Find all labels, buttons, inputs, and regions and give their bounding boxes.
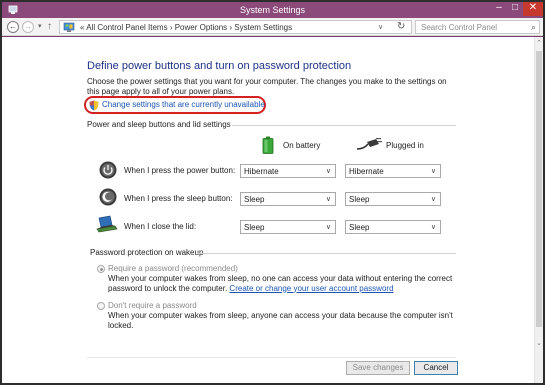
address-bar[interactable]: « All Control Panel Items › Power Option… (59, 20, 412, 34)
search-icon[interactable]: ⌕ (531, 22, 536, 33)
chevron-down-icon: ∨ (325, 168, 331, 175)
no-password-radio[interactable] (97, 302, 105, 310)
radio-selected-dot (99, 267, 103, 271)
require-password-radio[interactable] (97, 265, 105, 273)
close-button[interactable]: ✕ (523, 2, 543, 16)
recent-locations-dropdown[interactable]: ▾ (38, 22, 42, 30)
selected-value: Sleep (349, 223, 370, 232)
maximize-button[interactable]: □ (507, 2, 523, 16)
lid-plugged-select[interactable]: Sleep ∨ (345, 220, 441, 234)
page-title: Define power buttons and turn on passwor… (87, 60, 352, 72)
plugged-in-header: Plugged in (386, 141, 424, 150)
save-changes-button[interactable]: Save changes (346, 361, 410, 375)
search-placeholder: Search Control Panel (421, 23, 498, 32)
window-title: System Settings (239, 5, 306, 15)
forward-button[interactable]: → (22, 21, 34, 33)
lid-close-label: When I close the lid: (124, 222, 197, 231)
uac-shield-icon (89, 100, 99, 111)
scroll-thumb[interactable] (536, 51, 542, 327)
laptop-lid-icon (96, 215, 118, 233)
require-password-description: When your computer wakes from sleep, no … (108, 274, 460, 293)
scroll-up-icon[interactable]: ⌃ (535, 39, 543, 47)
lid-battery-select[interactable]: Sleep ∨ (240, 220, 336, 234)
up-button[interactable]: ↑ (47, 21, 52, 32)
cancel-button[interactable]: Cancel (414, 361, 458, 375)
footer-divider (87, 357, 456, 358)
power-button-label: When I press the power button: (124, 166, 236, 175)
chevron-down-icon: ∨ (430, 196, 436, 203)
navigation-bar: ← → ▾ ↑ « All Control Panel Items › Powe… (2, 18, 543, 36)
back-button[interactable]: ← (7, 21, 19, 33)
search-input[interactable]: Search Control Panel ⌕ (415, 20, 540, 34)
battery-icon (262, 136, 274, 154)
sleep-button-plugged-select[interactable]: Sleep ∨ (345, 192, 441, 206)
page-description: Choose the power settings that you want … (87, 77, 447, 96)
section-divider (232, 125, 456, 126)
breadcrumb[interactable]: « All Control Panel Items › Power Option… (80, 23, 292, 32)
require-password-label[interactable]: Require a password (recommended) (108, 264, 238, 273)
no-password-description: When your computer wakes from sleep, any… (108, 311, 453, 330)
selected-value: Sleep (244, 195, 265, 204)
chevron-down-icon: ∨ (430, 224, 436, 231)
chevron-down-icon: ∨ (325, 224, 331, 231)
section-divider (197, 253, 456, 254)
scroll-down-icon[interactable]: ⌄ (535, 339, 543, 347)
sleep-button-label: When I press the sleep button: (124, 194, 233, 203)
power-plug-icon (356, 138, 382, 150)
selected-value: Hibernate (244, 167, 279, 176)
chevron-down-icon: ∨ (325, 196, 331, 203)
selected-value: Sleep (244, 223, 265, 232)
selected-value: Sleep (349, 195, 370, 204)
sleep-button-battery-select[interactable]: Sleep ∨ (240, 192, 336, 206)
refresh-icon[interactable]: ↻ (397, 21, 405, 32)
sleep-icon (99, 188, 117, 206)
power-section-title: Power and sleep buttons and lid settings (87, 120, 231, 129)
password-section-title: Password protection on wakeup (90, 248, 204, 257)
control-panel-icon (63, 22, 75, 32)
power-icon (99, 161, 117, 179)
no-password-label[interactable]: Don't require a password (108, 301, 197, 310)
on-battery-header: On battery (283, 141, 321, 150)
change-settings-link[interactable]: Change settings that are currently unava… (84, 96, 266, 114)
chevron-down-icon: ∨ (430, 168, 436, 175)
address-dropdown-icon[interactable]: ∨ (378, 23, 383, 31)
title-bar[interactable]: System Settings – □ ✕ (2, 2, 543, 18)
minimize-button[interactable]: – (491, 2, 507, 16)
user-account-password-link[interactable]: Create or change your user account passw… (229, 284, 393, 293)
power-button-battery-select[interactable]: Hibernate ∨ (240, 164, 336, 178)
power-button-plugged-select[interactable]: Hibernate ∨ (345, 164, 441, 178)
selected-value: Hibernate (349, 167, 384, 176)
vertical-scrollbar[interactable]: ⌃ ⌄ (534, 37, 543, 383)
change-settings-text[interactable]: Change settings that are currently unava… (102, 100, 265, 109)
